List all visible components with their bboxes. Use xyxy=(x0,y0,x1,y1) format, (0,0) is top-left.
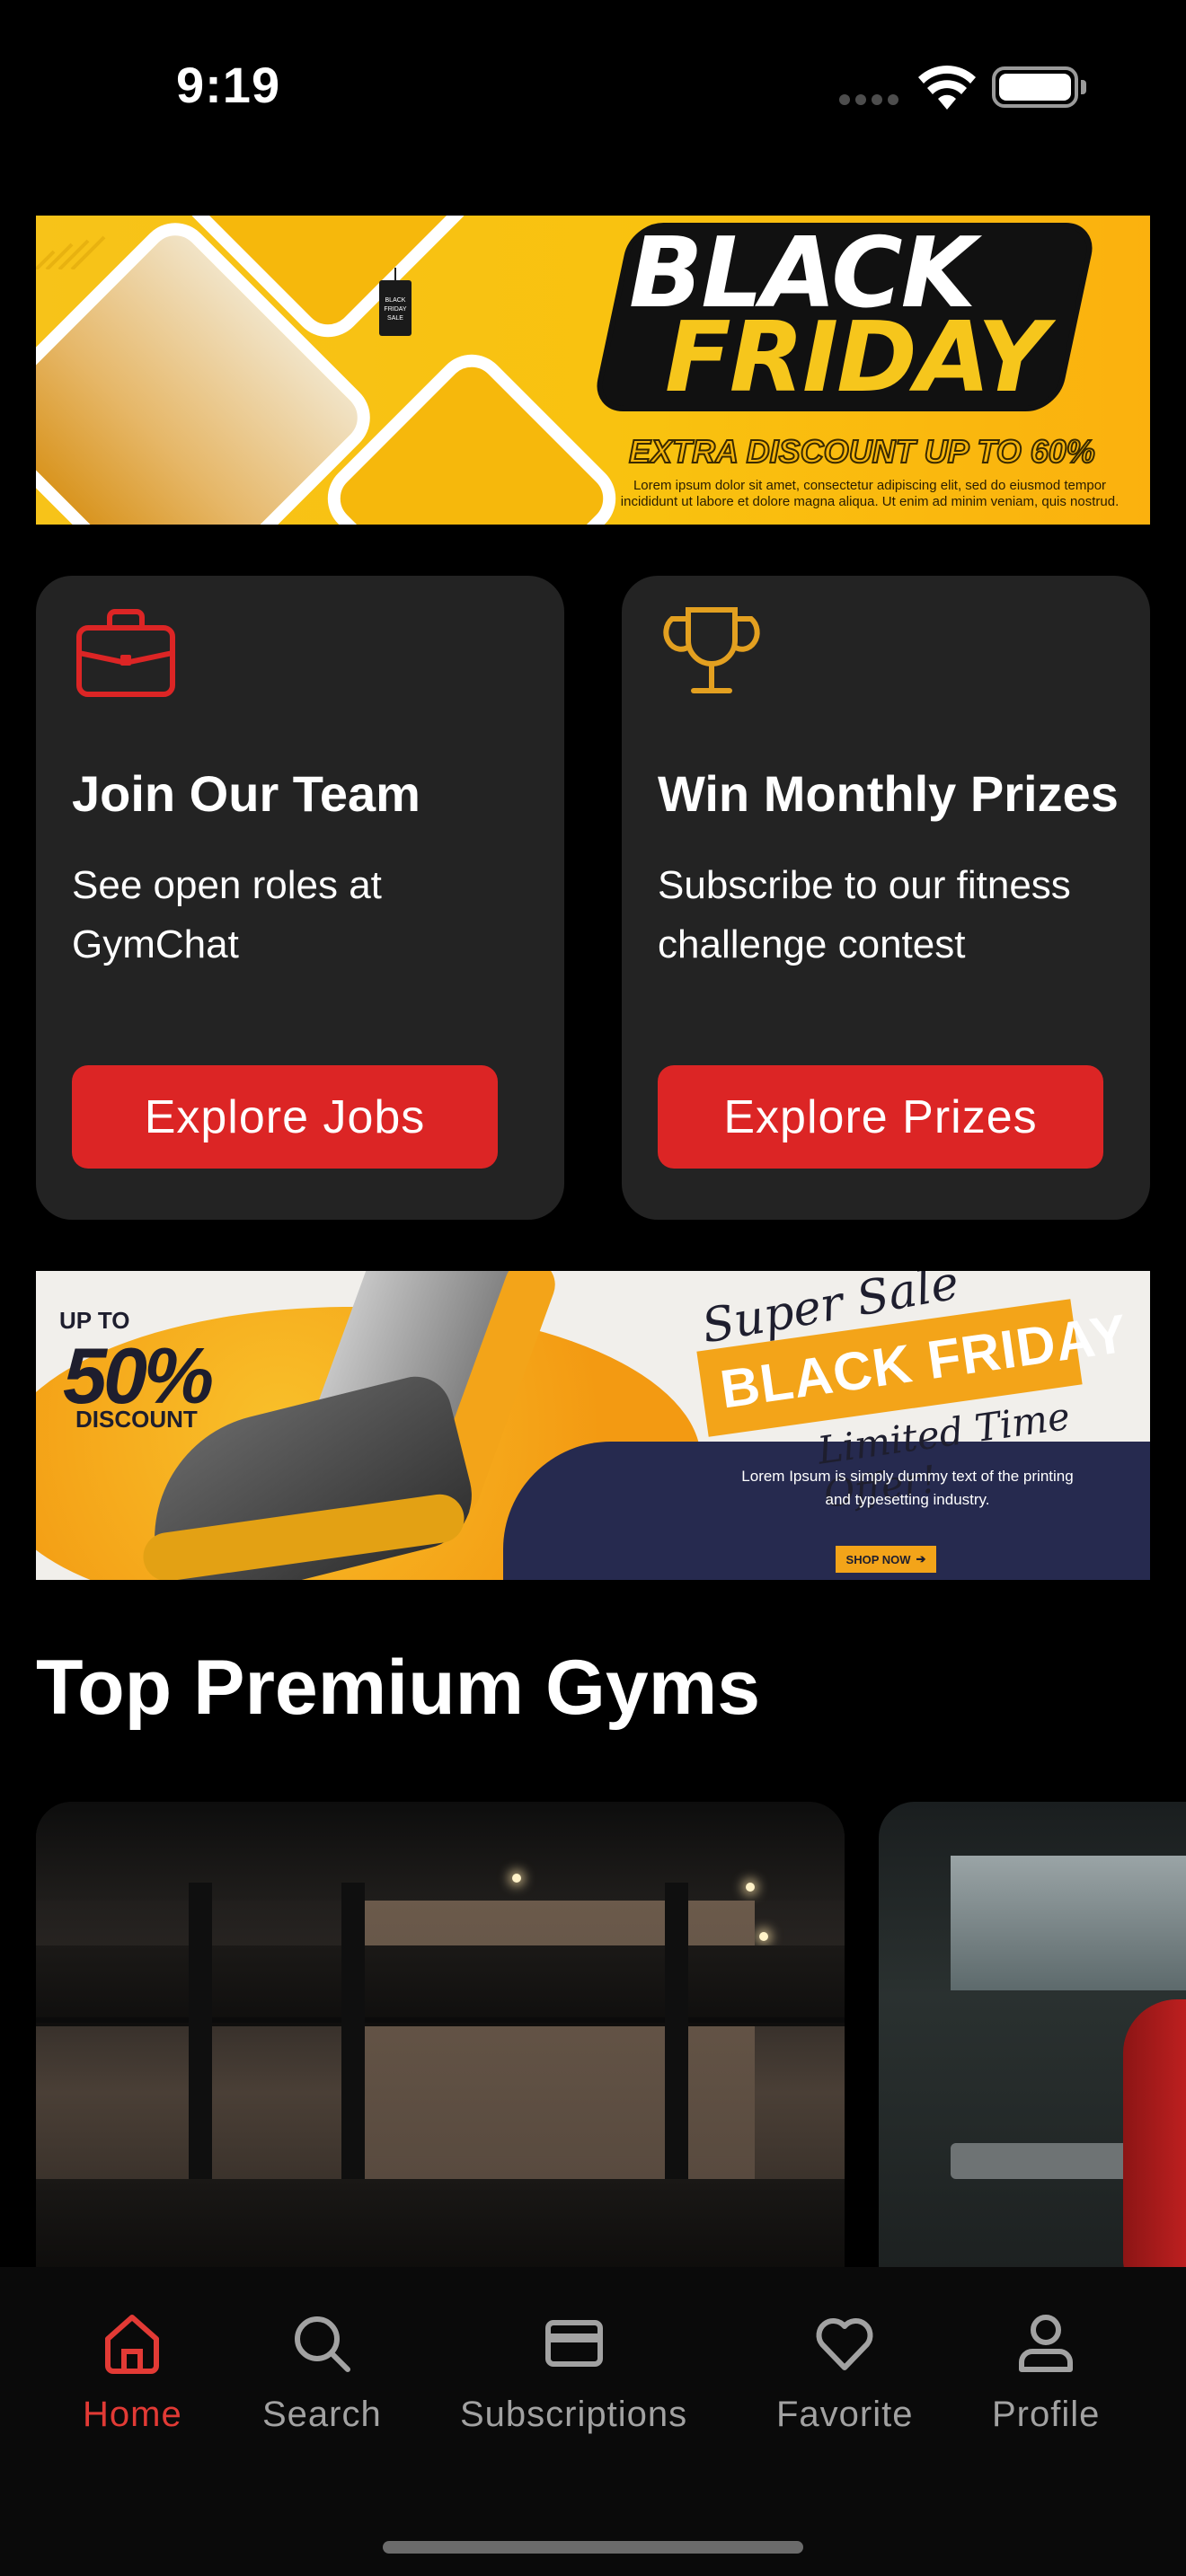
card-description: Subscribe to our fitness challenge conte… xyxy=(658,863,1071,966)
status-time: 9:19 xyxy=(176,57,281,113)
gym-card[interactable] xyxy=(36,1802,845,2287)
signal-icon xyxy=(839,93,904,110)
explore-prizes-button[interactable]: Explore Prizes xyxy=(658,1065,1103,1169)
gym-photo-rail xyxy=(36,2017,845,2023)
gym-photo-window xyxy=(951,1856,1186,1990)
svg-text:BLACK: BLACK xyxy=(385,297,406,304)
tab-search[interactable]: Search xyxy=(262,2310,382,2435)
monthly-prizes-card: Win Monthly Prizes Subscribe to our fitn… xyxy=(622,576,1150,1220)
gym-photo-mezzanine xyxy=(36,1945,845,2026)
card-title: Win Monthly Prizes xyxy=(658,765,1119,822)
tab-bar: Home Search Subscriptions Favorite Profi… xyxy=(0,2267,1186,2576)
ceiling-light xyxy=(746,1883,755,1892)
gym-photo-person xyxy=(1123,1999,1186,2287)
tab-label: Subscriptions xyxy=(460,2395,688,2434)
gym-card[interactable] xyxy=(879,1802,1186,2287)
sale-tag-icon: BLACK FRIDAY SALE xyxy=(379,268,412,336)
wifi-icon xyxy=(918,66,976,110)
section-title: Top Premium Gyms xyxy=(36,1645,761,1731)
discount-label: DISCOUNT xyxy=(75,1406,198,1433)
tab-favorite[interactable]: Favorite xyxy=(776,2310,914,2435)
card-title: Join Our Team xyxy=(72,765,420,822)
trophy-icon xyxy=(663,607,760,693)
card-icon xyxy=(544,2320,603,2367)
svg-text:FRIDAY: FRIDAY xyxy=(384,306,406,313)
tab-profile[interactable]: Profile xyxy=(992,2310,1100,2435)
home-icon xyxy=(105,2315,160,2374)
tab-label: Home xyxy=(83,2395,182,2434)
headline-friday: FRIDAY xyxy=(665,302,1048,414)
gym-photo-ceiling xyxy=(36,1802,845,1901)
tab-label: Profile xyxy=(992,2395,1101,2434)
explore-jobs-button[interactable]: Explore Jobs xyxy=(72,1065,498,1169)
battery-cap xyxy=(1081,80,1086,94)
home-indicator xyxy=(383,2541,803,2554)
briefcase-icon xyxy=(76,609,175,697)
ceiling-light xyxy=(759,1932,768,1941)
discount-text: EXTRA DISCOUNT UP TO 60% xyxy=(628,432,1096,471)
person-icon xyxy=(1019,2315,1074,2372)
join-team-card: Join Our Team See open roles at GymChat … xyxy=(36,576,564,1220)
arrow-right-icon: ➔ xyxy=(916,1552,926,1566)
battery-icon xyxy=(992,66,1078,108)
ceiling-light xyxy=(512,1874,521,1883)
shop-now-label: SHOP NOW xyxy=(845,1552,911,1566)
shop-now-button[interactable]: SHOP NOW ➔ xyxy=(836,1546,936,1573)
tab-label: Favorite xyxy=(776,2395,914,2434)
black-friday-banner[interactable]: BLACK FRIDAY SALE BLACK FRIDAY EXTRA DIS… xyxy=(36,216,1150,525)
svg-text:SALE: SALE xyxy=(387,315,403,322)
banner-body: Lorem Ipsum is simply dummy text of the … xyxy=(741,1468,1074,1508)
card-description: See open roles at GymChat xyxy=(72,863,382,966)
tab-home[interactable]: Home xyxy=(83,2310,182,2435)
heart-icon xyxy=(816,2318,873,2370)
tab-subscriptions[interactable]: Subscriptions xyxy=(460,2310,687,2435)
banner-body: Lorem ipsum dolor sit amet, consectetur … xyxy=(620,478,1120,509)
super-sale-banner[interactable]: UP TO 50% DISCOUNT Super Sale BLACK FRID… xyxy=(36,1271,1150,1580)
status-bar: 9:19 xyxy=(0,0,1186,171)
tab-label: Search xyxy=(262,2395,382,2434)
search-icon xyxy=(295,2316,351,2372)
stripes-decoration xyxy=(36,235,106,269)
